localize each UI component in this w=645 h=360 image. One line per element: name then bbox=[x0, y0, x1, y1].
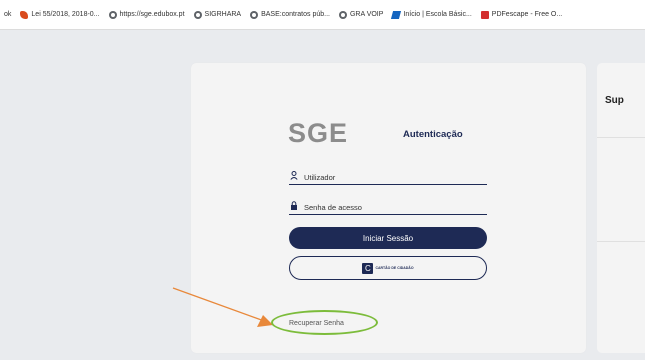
sge-logo: SGE bbox=[288, 118, 349, 148]
user-icon bbox=[289, 171, 299, 182]
annotation-arrow-icon bbox=[172, 287, 273, 327]
divider bbox=[597, 241, 645, 242]
bookmark-label: Início | Escola Básic... bbox=[403, 11, 472, 18]
globe-icon bbox=[108, 10, 117, 19]
globe-icon bbox=[193, 10, 202, 19]
bookmark-item[interactable]: PDFescape - Free O... bbox=[480, 10, 563, 19]
bookmark-label: GRA VOIP bbox=[349, 11, 384, 18]
citizen-card-button[interactable]: C CARTÃO DE CIDADÃO bbox=[289, 256, 487, 280]
username-field[interactable] bbox=[289, 169, 487, 185]
page-title: Autenticação bbox=[403, 129, 463, 140]
bookmark-label: BASE:contratos púb... bbox=[261, 11, 330, 18]
bookmarks-bar: ok Lei 55/2018, 2018-0... https://sge.ed… bbox=[0, 0, 645, 30]
bookmark-item[interactable]: BASE:contratos púb... bbox=[250, 10, 330, 19]
bookmark-label: PDFescape - Free O... bbox=[491, 11, 563, 18]
globe-icon bbox=[250, 10, 259, 19]
bookmark-item[interactable]: ok bbox=[4, 11, 11, 18]
password-input[interactable] bbox=[304, 203, 474, 212]
divider bbox=[597, 137, 645, 138]
password-field[interactable] bbox=[289, 199, 487, 215]
bookmark-label: Lei 55/2018, 2018-0... bbox=[31, 11, 100, 18]
bookmark-label: https://sge.edubox.pt bbox=[119, 11, 185, 18]
citizen-card-logo: C CARTÃO DE CIDADÃO bbox=[362, 262, 414, 274]
bookmark-label: ok bbox=[4, 11, 12, 18]
side-panel-title: Sup bbox=[605, 95, 624, 106]
bird-icon bbox=[20, 10, 29, 19]
bookmark-item[interactable]: https://sge.edubox.pt bbox=[108, 10, 185, 19]
school-icon bbox=[391, 10, 402, 19]
bookmark-label: SIGRHARA bbox=[204, 11, 242, 18]
bookmark-item[interactable]: Lei 55/2018, 2018-0... bbox=[20, 10, 100, 19]
side-panel: Sup A bbox=[597, 63, 645, 353]
bookmark-item[interactable]: SIGRHARA bbox=[193, 10, 242, 19]
citizen-card-label: CARTÃO DE CIDADÃO bbox=[375, 266, 414, 270]
globe-icon bbox=[338, 10, 347, 19]
bookmark-item[interactable]: Início | Escola Básic... bbox=[391, 10, 472, 19]
username-input[interactable] bbox=[304, 173, 474, 182]
login-button[interactable]: Iniciar Sessão bbox=[289, 227, 487, 249]
pdf-icon bbox=[480, 10, 489, 19]
bookmark-item[interactable]: GRA VOIP bbox=[338, 10, 384, 19]
lock-icon bbox=[289, 201, 299, 212]
citizen-card-icon: C bbox=[362, 262, 374, 274]
annotation-ellipse bbox=[271, 310, 378, 335]
